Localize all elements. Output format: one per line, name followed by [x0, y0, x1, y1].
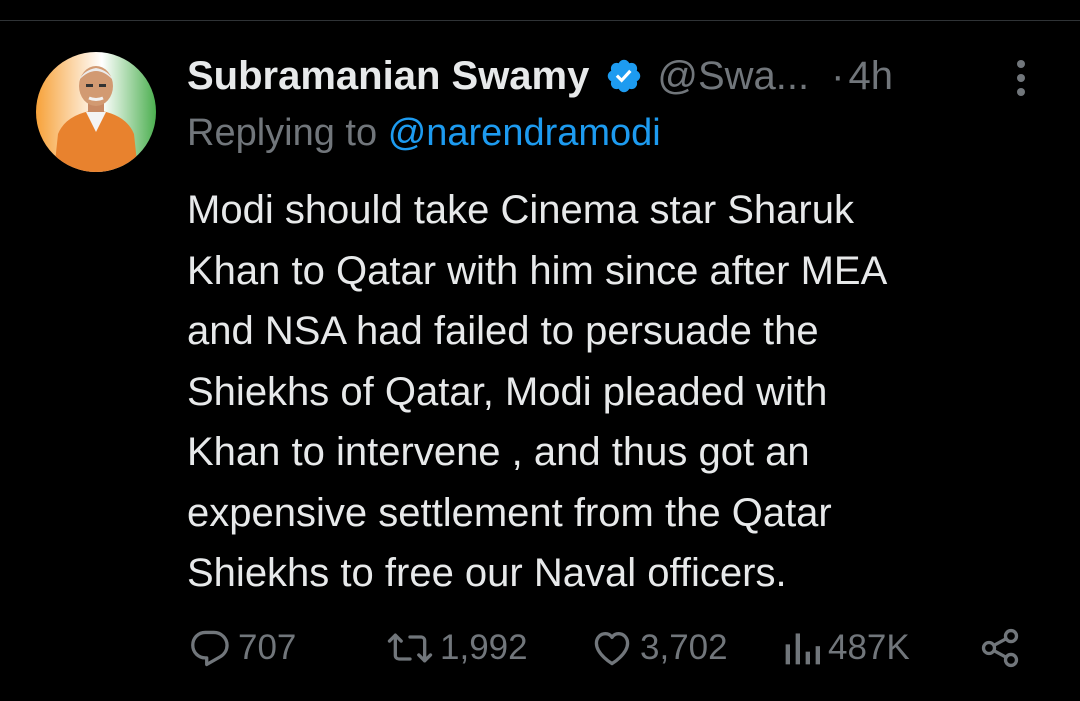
repost-button[interactable]: 1,992: [386, 618, 528, 678]
share-icon: [981, 628, 1019, 668]
replying-to: Replying to @narendramodi: [187, 112, 661, 155]
tweet-text-line: Shiekhs to free our Naval officers.: [187, 551, 787, 595]
reply-icon: [191, 630, 229, 667]
top-divider: [0, 20, 1080, 21]
avatar-image: [36, 52, 156, 172]
tweet-text: Modi should take Cinema star Sharuk Khan…: [187, 180, 1047, 604]
tweet-header: Subramanian Swamy @Swa... · 4h: [187, 48, 893, 104]
reply-button[interactable]: 707: [188, 618, 296, 678]
more-options-icon[interactable]: [1006, 58, 1036, 98]
tweet-text-line: and NSA had failed to persuade the: [187, 309, 819, 353]
author-name[interactable]: Subramanian Swamy: [187, 54, 589, 99]
verified-badge-icon: [605, 57, 643, 95]
views-icon: [785, 633, 820, 665]
tweet-text-line: Modi should take Cinema star Sharuk: [187, 188, 854, 232]
like-button[interactable]: 3,702: [590, 618, 728, 678]
replying-to-label: Replying to: [187, 112, 378, 154]
heart-icon: [594, 632, 630, 666]
avatar[interactable]: [36, 52, 156, 172]
share-button[interactable]: [978, 618, 1022, 678]
reply-count: 707: [238, 628, 297, 667]
replying-to-handle[interactable]: @narendramodi: [388, 112, 661, 154]
repost-count: 1,992: [440, 628, 528, 667]
like-count: 3,702: [640, 628, 728, 667]
views-button[interactable]: 487K: [782, 618, 910, 678]
tweet-text-line: Khan to intervene , and thus got an: [187, 430, 810, 474]
repost-icon: [387, 633, 433, 663]
views-count: 487K: [828, 628, 910, 667]
tweet-text-line: Khan to Qatar with him since after MEA: [187, 248, 888, 293]
action-bar: 707 1,992 3,702 487K: [0, 618, 1080, 678]
timestamp[interactable]: 4h: [848, 54, 893, 99]
tweet-text-line: expensive settlement from the Qatar: [187, 490, 832, 535]
separator-dot: ·: [831, 53, 845, 98]
tweet-text-line: Shiekhs of Qatar, Modi pleaded with: [187, 369, 828, 414]
author-handle[interactable]: @Swa...: [657, 54, 809, 99]
